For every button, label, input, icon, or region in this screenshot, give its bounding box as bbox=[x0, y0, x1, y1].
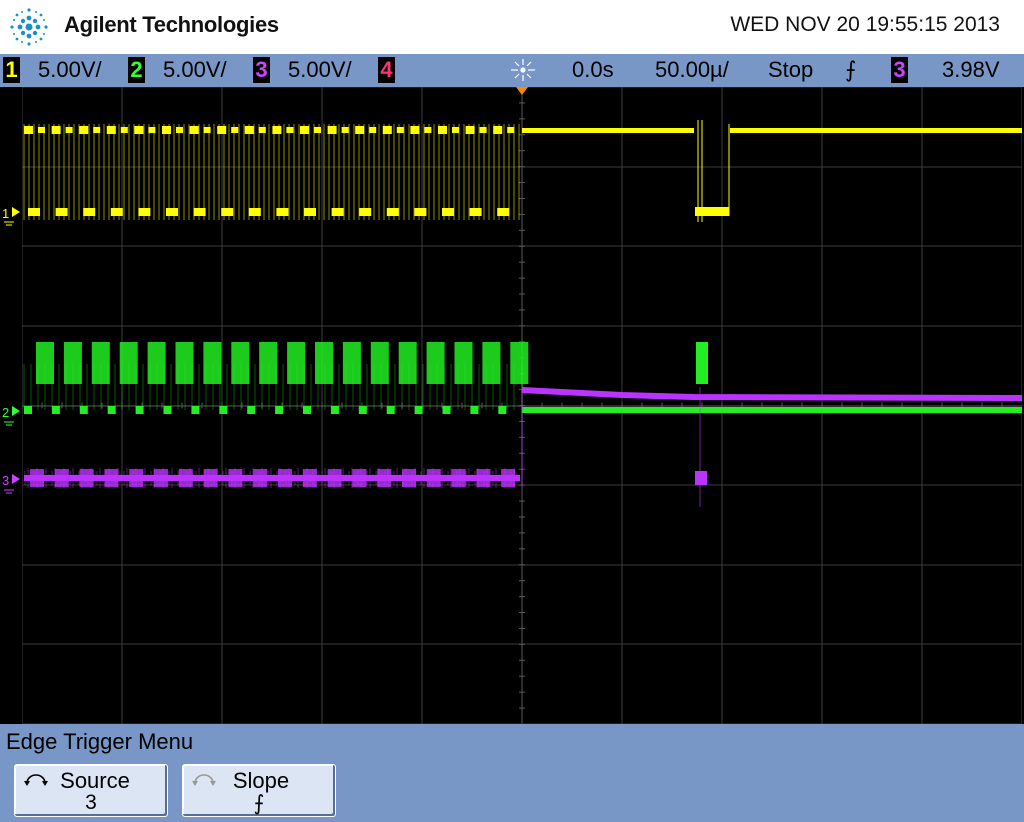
svg-text:1: 1 bbox=[2, 206, 9, 221]
time-delay: 0.0s bbox=[572, 57, 614, 82]
channel-1-ground-marker: 1 bbox=[2, 206, 20, 226]
svg-text:2: 2 bbox=[2, 405, 9, 420]
trigger-source-indicator: 3 bbox=[891, 57, 908, 83]
trigger-position-marker bbox=[516, 87, 528, 95]
run-state: Stop bbox=[768, 57, 814, 82]
channel-2-trace bbox=[23, 342, 1022, 422]
softkey-menu: Edge Trigger Menu Source 3 Slope ⨍ bbox=[0, 724, 1024, 822]
channel-2-indicator[interactable]: 2 bbox=[128, 57, 145, 83]
time-scale: 50.00µ/ bbox=[655, 57, 729, 82]
channel-4-indicator[interactable]: 4 bbox=[378, 57, 395, 83]
channel-3-scale: 5.00V/ bbox=[288, 57, 352, 82]
channel-3-indicator[interactable]: 3 bbox=[253, 57, 270, 83]
waveform-display[interactable] bbox=[22, 87, 1022, 724]
source-value: 3 bbox=[85, 791, 97, 814]
source-softkey[interactable]: Source 3 bbox=[14, 764, 168, 817]
channel-1-scale: 5.00V/ bbox=[38, 57, 102, 82]
brand-name: Agilent Technologies bbox=[64, 12, 279, 37]
acquisition-spark-icon bbox=[511, 59, 535, 81]
menu-title: Edge Trigger Menu bbox=[6, 729, 194, 754]
trigger-level: 3.98V bbox=[942, 57, 1000, 82]
trigger-slope-icon: ⨍ bbox=[845, 57, 857, 82]
slope-softkey[interactable]: Slope ⨍ bbox=[182, 764, 336, 817]
channel-1-indicator[interactable]: 1 bbox=[3, 57, 20, 83]
status-bar: 1 5.00V/ 2 5.00V/ 3 5.00V/ 4 0.0s 50.00µ… bbox=[0, 54, 1024, 87]
channel-2-ground-marker: 2 bbox=[2, 405, 20, 426]
channel-markers: 1 2 3 bbox=[2, 206, 20, 494]
channel-2-scale: 5.00V/ bbox=[163, 57, 227, 82]
channel-3-ground-marker: 3 bbox=[2, 473, 20, 494]
slope-value: ⨍ bbox=[253, 792, 265, 815]
agilent-spark-logo-icon bbox=[10, 8, 48, 46]
header-bar: Agilent Technologies WED NOV 20 19:55:15… bbox=[0, 0, 1024, 54]
date-time: WED NOV 20 19:55:15 2013 bbox=[730, 13, 1000, 36]
svg-text:3: 3 bbox=[2, 473, 9, 488]
channel-1-trace bbox=[23, 120, 1022, 222]
